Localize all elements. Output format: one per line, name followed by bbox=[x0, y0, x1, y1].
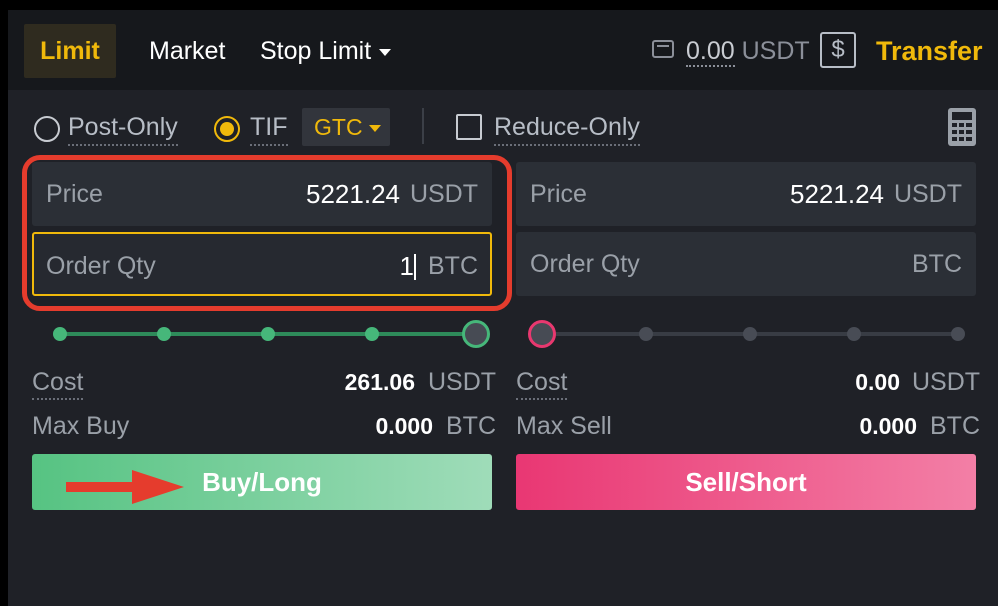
max-buy-value: 0.000 bbox=[375, 413, 433, 439]
max-sell-label: Max Sell bbox=[516, 412, 612, 440]
transfer-button[interactable]: Transfer bbox=[876, 34, 983, 68]
order-form-panel: Limit Market Stop Limit 0.00 USDT $ Tran… bbox=[8, 10, 998, 606]
arrow-annotation-icon bbox=[66, 470, 184, 504]
dollar-icon[interactable]: $ bbox=[820, 32, 856, 68]
slider-step-100[interactable] bbox=[951, 327, 965, 341]
post-only-label[interactable]: Post-Only bbox=[68, 110, 178, 146]
sell-qty-input[interactable]: Order Qty BTC bbox=[516, 232, 976, 296]
annotation-highlight-box bbox=[22, 155, 512, 311]
reduce-only-checkbox[interactable] bbox=[456, 114, 482, 140]
order-type-tabbar: Limit Market Stop Limit 0.00 USDT $ Tran… bbox=[8, 10, 998, 90]
slider-handle[interactable] bbox=[528, 320, 556, 348]
sell-price-value: 5221.24 bbox=[790, 179, 884, 209]
buy-cost-value: 261.06 bbox=[344, 369, 415, 395]
divider bbox=[422, 108, 424, 144]
balance-unit: USDT bbox=[741, 37, 810, 65]
slider-step-50[interactable] bbox=[261, 327, 275, 341]
max-buy-unit: BTC bbox=[446, 412, 496, 440]
tif-label[interactable]: TIF bbox=[250, 110, 288, 146]
chevron-down-icon bbox=[368, 125, 381, 133]
tif-select[interactable]: GTC bbox=[302, 108, 390, 146]
tab-limit[interactable]: Limit bbox=[24, 24, 116, 78]
tif-select-value: GTC bbox=[314, 114, 363, 140]
chevron-down-icon bbox=[379, 48, 392, 56]
reduce-only-label[interactable]: Reduce-Only bbox=[494, 110, 640, 146]
tif-radio[interactable] bbox=[214, 116, 240, 142]
sell-cost-label: Cost bbox=[516, 366, 568, 400]
sell-price-label: Price bbox=[530, 180, 587, 208]
tab-stop-limit[interactable]: Stop Limit bbox=[260, 24, 392, 78]
sell-cost-unit: USDT bbox=[912, 368, 981, 396]
slider-step-75[interactable] bbox=[847, 327, 861, 341]
post-only-radio[interactable] bbox=[34, 116, 60, 142]
calculator-icon[interactable] bbox=[948, 108, 976, 146]
max-buy-label: Max Buy bbox=[32, 412, 130, 440]
sell-price-input[interactable]: Price 5221.24 USDT bbox=[516, 162, 976, 226]
slider-step-0[interactable] bbox=[53, 327, 67, 341]
sell-price-unit: USDT bbox=[893, 180, 962, 208]
sell-qty-label: Order Qty bbox=[530, 250, 640, 278]
slider-handle[interactable] bbox=[462, 320, 490, 348]
buy-cost-label: Cost bbox=[32, 366, 84, 400]
slider-step-25[interactable] bbox=[157, 327, 171, 341]
buy-amount-slider[interactable] bbox=[53, 320, 490, 348]
max-sell-unit: BTC bbox=[930, 412, 980, 440]
tab-market[interactable]: Market bbox=[149, 24, 225, 78]
sell-short-button[interactable]: Sell/Short bbox=[516, 454, 976, 510]
available-balance: 0.00 USDT bbox=[686, 36, 810, 67]
slider-step-50[interactable] bbox=[743, 327, 757, 341]
buy-cost-unit: USDT bbox=[428, 368, 497, 396]
sell-cost-value: 0.00 bbox=[855, 369, 900, 395]
sell-amount-slider[interactable] bbox=[528, 320, 965, 348]
tab-stop-limit-label: Stop Limit bbox=[260, 37, 372, 65]
balance-value: 0.00 bbox=[686, 37, 735, 67]
slider-step-75[interactable] bbox=[365, 327, 379, 341]
max-sell-value: 0.000 bbox=[859, 413, 917, 439]
sell-qty-unit: BTC bbox=[912, 250, 962, 278]
wallet-icon bbox=[652, 40, 674, 58]
slider-step-25[interactable] bbox=[639, 327, 653, 341]
